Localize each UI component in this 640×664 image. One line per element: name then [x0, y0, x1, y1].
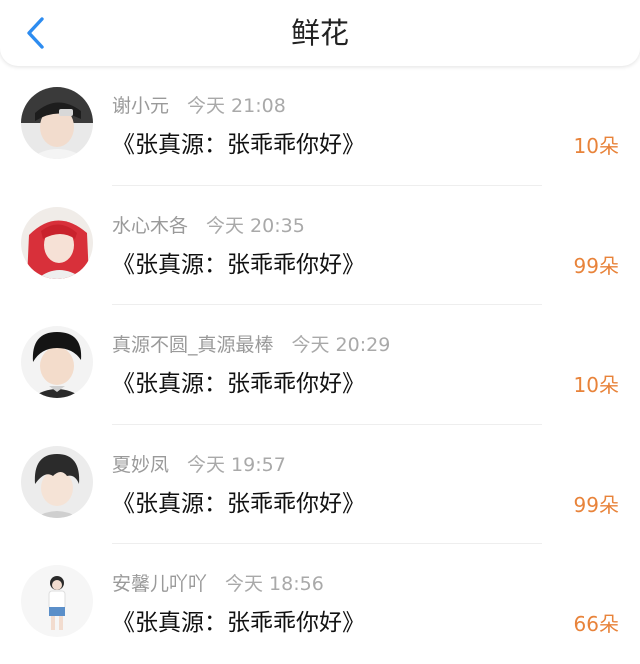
user-name[interactable]: 安馨儿吖吖: [112, 573, 207, 595]
message-text: 《张真源：张乖乖你好》: [112, 251, 365, 278]
avatar[interactable]: [21, 445, 93, 518]
user-name[interactable]: 夏妙凤: [112, 454, 169, 476]
avatar-girl-full-body-icon: [21, 565, 93, 638]
timestamp: 今天 18:56: [225, 573, 324, 596]
avatar-boy-black-hair-icon: [21, 326, 93, 399]
message-text: 《张真源：张乖乖你好》: [112, 132, 365, 158]
list-item[interactable]: 谢小元 今天 21:08 《张真源：张乖乖你好》 10朵: [0, 66, 640, 186]
timestamp: 今天 20:29: [291, 334, 391, 357]
list-item[interactable]: 安馨儿吖吖 今天 18:56 《张真源：张乖乖你好》 66朵: [0, 544, 640, 664]
message-text: 《张真源：张乖乖你好》: [112, 490, 365, 517]
timestamp: 今天 19:57: [187, 453, 286, 476]
list-item[interactable]: 水心木各 今天 20:35 《张真源：张乖乖你好》 99朵: [0, 186, 640, 306]
list-item[interactable]: 夏妙凤 今天 19:57 《张真源：张乖乖你好》 99朵: [0, 425, 640, 545]
flower-count: 10朵: [573, 373, 619, 398]
flower-count: 99朵: [573, 492, 619, 517]
flower-count: 10朵: [573, 134, 619, 158]
avatar[interactable]: [21, 565, 93, 638]
timestamp: 今天 21:08: [187, 95, 286, 117]
avatar[interactable]: [21, 326, 93, 399]
user-name[interactable]: 真源不圆_真源最棒: [112, 334, 274, 356]
list-item[interactable]: 真源不圆_真源最棒 今天 20:29 《张真源：张乖乖你好》 10朵: [0, 305, 640, 425]
top-bar: 鲜花: [0, 0, 640, 66]
timestamp: 今天 20:35: [206, 214, 305, 237]
flower-count: 66朵: [573, 612, 619, 637]
user-name[interactable]: 谢小元: [112, 95, 169, 117]
user-name[interactable]: 水心木各: [112, 215, 188, 237]
message-text: 《张真源：张乖乖你好》: [112, 371, 365, 398]
page-title: 鲜花: [290, 16, 349, 50]
avatar-boy-cap-icon: [21, 87, 93, 159]
avatar[interactable]: [21, 206, 93, 279]
flower-count: 99朵: [573, 253, 619, 278]
avatar[interactable]: [21, 87, 93, 159]
flower-gift-list: 谢小元 今天 21:08 《张真源：张乖乖你好》 10朵 水心木各 今天 20:35…: [0, 66, 640, 664]
message-text: 《张真源：张乖乖你好》: [112, 610, 365, 637]
avatar-boy-bangs-icon: [21, 445, 93, 518]
avatar-girl-red-hair-icon: [21, 206, 93, 279]
